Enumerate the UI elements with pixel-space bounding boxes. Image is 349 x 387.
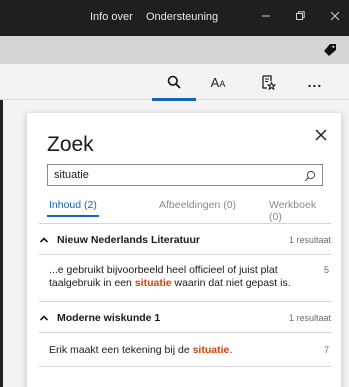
tab-text-size[interactable]: AA — [196, 64, 240, 100]
tab-werkboek[interactable]: Werkboek (0) — [269, 199, 331, 223]
restore-icon[interactable] — [290, 8, 310, 28]
result-snippet: ...e gebruikt bijvoorbeeld heel officiee… — [49, 264, 291, 289]
group-count: 1 resultaat — [288, 313, 331, 323]
search-result[interactable]: ...e gebruikt bijvoorbeeld heel officiee… — [49, 264, 329, 290]
match-highlight: situatie — [134, 277, 172, 289]
tag-icon[interactable] — [323, 43, 337, 57]
minimize-icon[interactable] — [256, 8, 276, 28]
tab-search[interactable] — [152, 64, 196, 101]
title-bar: Info over Ondersteuning — [0, 0, 349, 36]
match-highlight: situatie — [192, 344, 230, 356]
search-icon — [167, 75, 181, 89]
more-icon: ... — [307, 74, 323, 90]
search-panel: Zoek Inhoud (2) Afbeeldingen (0) Werkboe… — [26, 112, 342, 387]
active-tab-indicator — [47, 215, 99, 217]
close-panel-icon[interactable] — [313, 127, 329, 143]
divider — [39, 223, 331, 224]
divider — [39, 366, 331, 367]
chevron-up-icon — [39, 315, 49, 321]
divider — [39, 332, 331, 333]
group-title: Moderne wiskunde 1 — [57, 312, 161, 324]
window-edge — [0, 64, 3, 387]
divider — [39, 254, 331, 255]
tab-inhoud[interactable]: Inhoud (2) — [49, 199, 97, 211]
menu-info-over[interactable]: Info over — [90, 11, 133, 23]
menu-ondersteuning[interactable]: Ondersteuning — [146, 11, 218, 23]
tab-bookmarks[interactable] — [246, 64, 290, 100]
tab-afbeeldingen[interactable]: Afbeeldingen (0) — [159, 199, 236, 211]
tab-more[interactable]: ... — [293, 64, 337, 100]
group-title: Nieuw Nederlands Literatuur — [57, 234, 200, 246]
close-icon[interactable] — [325, 8, 345, 28]
page-number: 5 — [323, 265, 329, 275]
search-submit-icon[interactable] — [304, 169, 316, 182]
bookmark-star-icon — [261, 74, 276, 90]
result-group-header[interactable]: Nieuw Nederlands Literatuur 1 resultaat — [39, 233, 331, 253]
text-size-icon: AA — [210, 74, 226, 90]
chevron-up-icon — [39, 237, 49, 243]
result-snippet: Erik maakt een tekening bij de situatie. — [49, 344, 233, 356]
divider — [39, 301, 331, 302]
top-toolbar — [0, 36, 349, 64]
page-number: 7 — [323, 345, 329, 355]
panel-title: Zoek — [47, 133, 94, 156]
group-count: 1 resultaat — [288, 235, 331, 245]
search-result[interactable]: Erik maakt een tekening bij de situatie.… — [49, 344, 329, 357]
tool-tabs: AA ... — [0, 64, 349, 101]
result-tabs: Inhoud (2) Afbeeldingen (0) Werkboek (0) — [47, 197, 331, 223]
result-group-header[interactable]: Moderne wiskunde 1 1 resultaat — [39, 311, 331, 331]
search-field[interactable] — [47, 164, 323, 186]
search-input[interactable] — [48, 165, 288, 185]
